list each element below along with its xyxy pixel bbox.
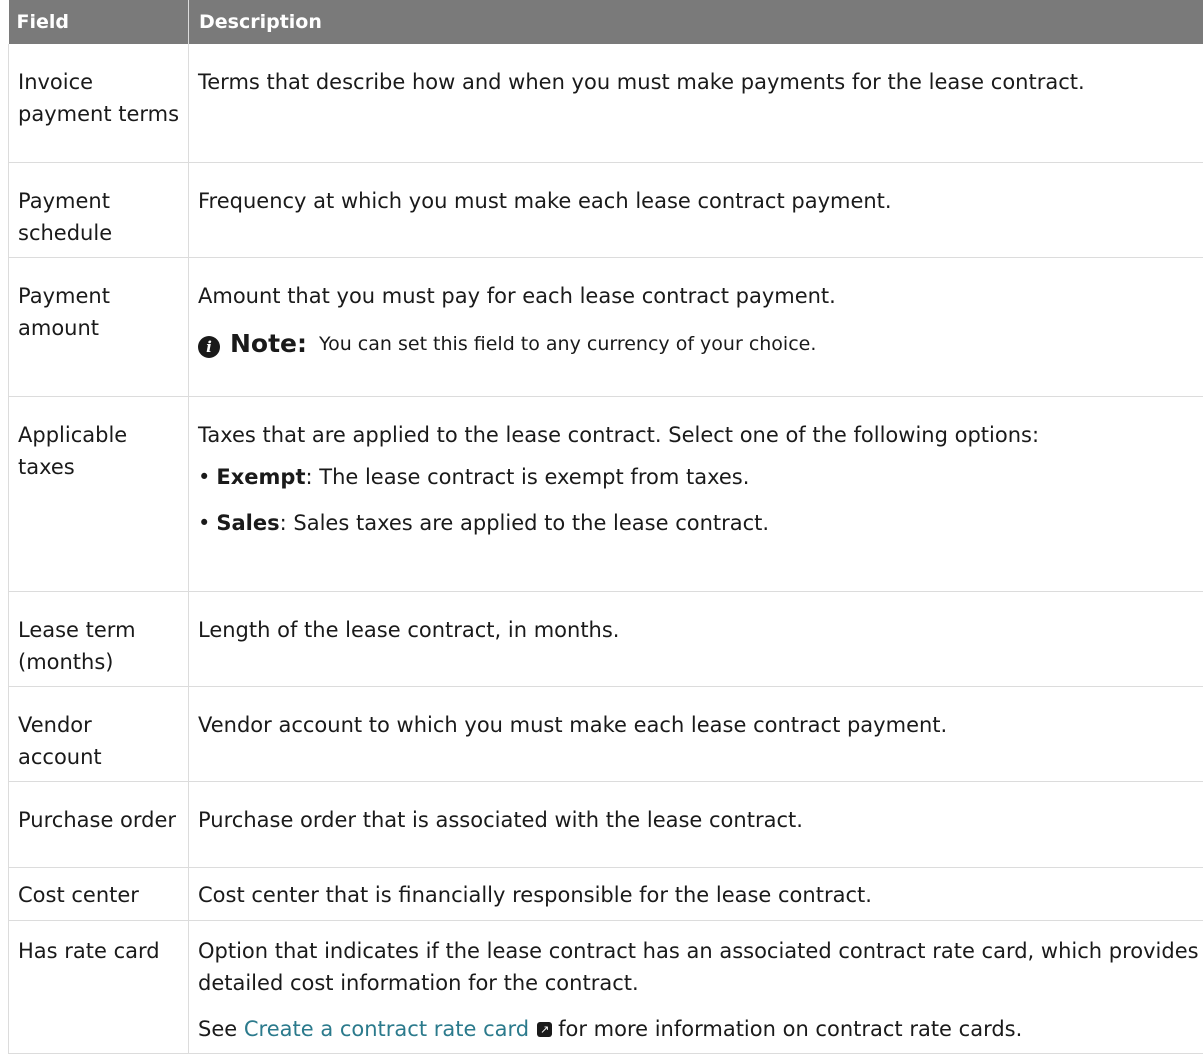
option-text: : Sales taxes are applied to the lease c… <box>280 511 769 535</box>
table-row: Payment amount Amount that you must pay … <box>9 257 1203 396</box>
field-name: Purchase order <box>9 781 189 867</box>
list-item: •Sales: Sales taxes are applied to the l… <box>198 507 1200 539</box>
option-name: Sales <box>216 511 279 535</box>
option-name: Exempt <box>216 465 305 489</box>
table-row: Purchase order Purchase order that is as… <box>9 781 1203 867</box>
info-icon: i <box>198 336 220 358</box>
list-item: •Exempt: The lease contract is exempt fr… <box>198 461 1200 493</box>
description-text: Frequency at which you must make each le… <box>198 185 1200 217</box>
field-name: Vendor account <box>9 686 189 781</box>
field-description: Vendor account to which you must make ea… <box>189 686 1203 781</box>
field-name: Applicable taxes <box>9 396 189 591</box>
description-text: Length of the lease contract, in months. <box>198 614 1200 646</box>
see-prefix: See <box>198 1017 237 1041</box>
table-row: Cost center Cost center that is financia… <box>9 867 1203 920</box>
field-description: Terms that describe how and when you mus… <box>189 44 1203 162</box>
option-text: : The lease contract is exempt from taxe… <box>305 465 749 489</box>
field-description: Option that indicates if the lease contr… <box>189 920 1203 1053</box>
field-name: Invoice payment terms <box>9 44 189 162</box>
note-text: You can set this field to any currency o… <box>319 328 816 360</box>
description-text: Cost center that is financially responsi… <box>198 879 1200 911</box>
fields-table: Field Description Invoice payment terms … <box>8 0 1203 1054</box>
field-description: Purchase order that is associated with t… <box>189 781 1203 867</box>
table-row: Payment schedule Frequency at which you … <box>9 162 1203 257</box>
description-text: Amount that you must pay for each lease … <box>198 280 1200 312</box>
field-name: Cost center <box>9 867 189 920</box>
description-text: Option that indicates if the lease contr… <box>198 935 1200 999</box>
field-name: Payment amount <box>9 257 189 396</box>
table-row: Invoice payment terms Terms that describ… <box>9 44 1203 162</box>
field-description: Taxes that are applied to the lease cont… <box>189 396 1203 591</box>
table-row: Has rate card Option that indicates if t… <box>9 920 1203 1053</box>
header-description: Description <box>189 0 1203 44</box>
field-description: Amount that you must pay for each lease … <box>189 257 1203 396</box>
note-callout: i Note: You can set this field to any cu… <box>198 328 1200 360</box>
external-link-icon: ↗ <box>537 1022 552 1037</box>
description-text: Vendor account to which you must make ea… <box>198 709 1200 741</box>
field-description: Frequency at which you must make each le… <box>189 162 1203 257</box>
options-list: •Exempt: The lease contract is exempt fr… <box>198 461 1200 539</box>
see-suffix: for more information on contract rate ca… <box>558 1017 1022 1041</box>
table-row: Vendor account Vendor account to which y… <box>9 686 1203 781</box>
table-row: Lease term (months) Length of the lease … <box>9 591 1203 686</box>
field-description: Cost center that is financially responsi… <box>189 867 1203 920</box>
field-description: Length of the lease contract, in months. <box>189 591 1203 686</box>
description-text: Terms that describe how and when you mus… <box>198 66 1200 98</box>
field-name: Payment schedule <box>9 162 189 257</box>
field-name: Lease term (months) <box>9 591 189 686</box>
field-name: Has rate card <box>9 920 189 1053</box>
description-text: Taxes that are applied to the lease cont… <box>198 419 1200 451</box>
see-also: See Create a contract rate card ↗ for more… <box>198 1013 1200 1045</box>
table-row: Applicable taxes Taxes that are applied … <box>9 396 1203 591</box>
table-header-row: Field Description <box>9 0 1203 44</box>
note-label: Note: <box>230 328 307 360</box>
header-field: Field <box>9 0 189 44</box>
create-contract-rate-card-link[interactable]: Create a contract rate card <box>244 1017 529 1041</box>
description-text: Purchase order that is associated with t… <box>198 804 1200 836</box>
